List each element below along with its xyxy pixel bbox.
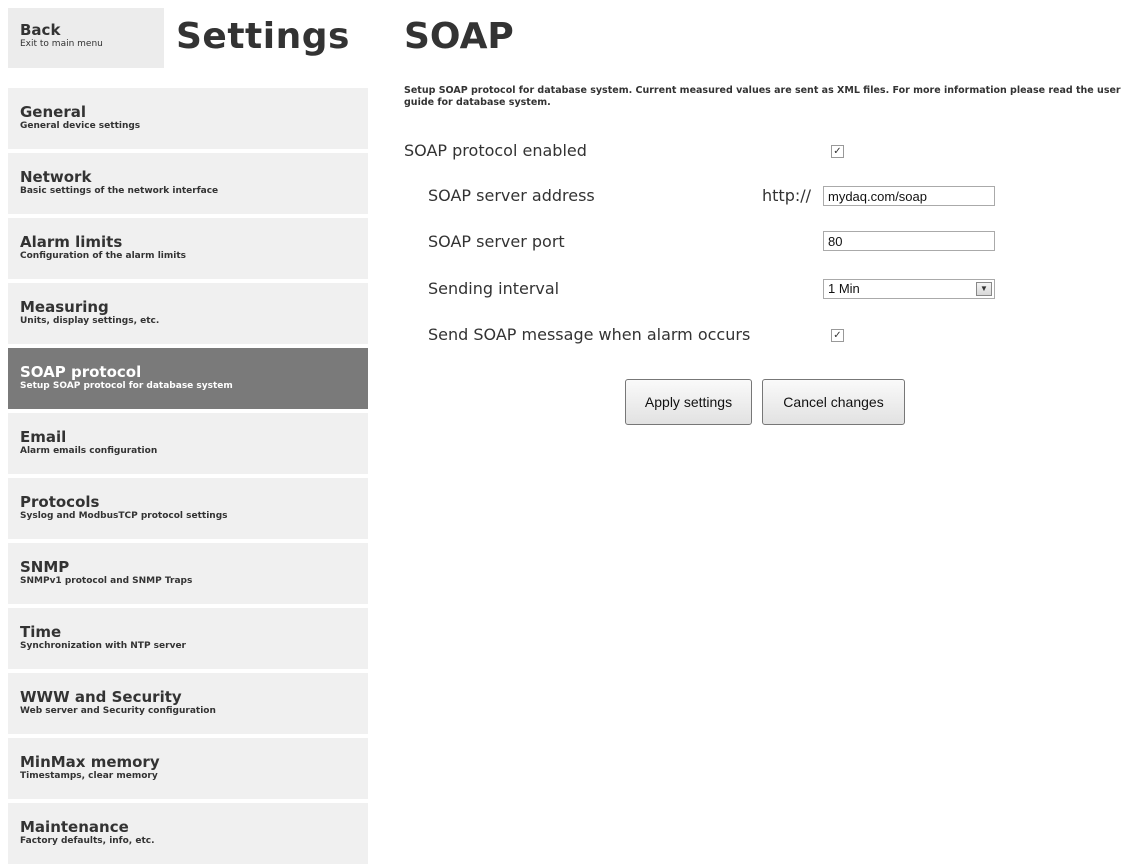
back-button[interactable]: Back Exit to main menu [8, 8, 164, 68]
sidebar-item-subtitle: Web server and Security configuration [20, 706, 216, 716]
sidebar-item-subtitle: Setup SOAP protocol for database system [20, 381, 233, 391]
sidebar-item-title: Alarm limits [20, 233, 123, 251]
server-port-input[interactable] [823, 231, 995, 251]
sidebar-item-title: SOAP protocol [20, 363, 142, 381]
sidebar-item-soap-protocol[interactable]: SOAP protocol Setup SOAP protocol for dat… [8, 348, 368, 409]
apply-settings-button[interactable]: Apply settings [625, 379, 752, 425]
sidebar-item-subtitle: Units, display settings, etc. [20, 316, 160, 326]
sidebar-item-title: Measuring [20, 298, 109, 316]
sidebar-item-network[interactable]: Network Basic settings of the network int… [8, 153, 368, 214]
soap-enabled-checkbox[interactable]: ✓ [831, 145, 844, 158]
sidebar-item-subtitle: Configuration of the alarm limits [20, 251, 186, 261]
cancel-changes-button[interactable]: Cancel changes [762, 379, 905, 425]
sending-interval-value: 1 Min [828, 281, 860, 296]
sidebar-item-minmax-memory[interactable]: MinMax memory Timestamps, clear memory [8, 738, 368, 799]
sidebar-item-www-and-security[interactable]: WWW and Security Web server and Security … [8, 673, 368, 734]
sidebar-item-title: WWW and Security [20, 688, 182, 706]
sidebar-item-protocols[interactable]: Protocols Syslog and ModbusTCP protocol s… [8, 478, 368, 539]
sidebar-item-subtitle: General device settings [20, 121, 141, 131]
settings-nav: General General device settings Network Bas… [8, 88, 368, 868]
page-description: Setup SOAP protocol for database system.… [404, 85, 1121, 108]
sending-interval-select[interactable]: 1 Min ▼ [823, 279, 995, 299]
soap-enabled-label: SOAP protocol enabled [404, 141, 587, 160]
server-address-label: SOAP server address [428, 186, 595, 205]
sidebar-item-subtitle: Alarm emails configuration [20, 446, 158, 456]
sidebar-item-title: Protocols [20, 493, 100, 511]
sidebar-item-subtitle: SNMPv1 protocol and SNMP Traps [20, 576, 193, 586]
sidebar-item-subtitle: Basic settings of the network interface [20, 186, 219, 196]
sidebar-item-subtitle: Factory defaults, info, etc. [20, 836, 155, 846]
sending-interval-label: Sending interval [428, 279, 560, 298]
server-port-label: SOAP server port [428, 232, 565, 251]
sidebar-item-maintenance[interactable]: Maintenance Factory defaults, info, etc. [8, 803, 368, 864]
sidebar-item-subtitle: Syslog and ModbusTCP protocol settings [20, 511, 228, 521]
server-address-prefix: http:// [762, 186, 812, 205]
back-button-subtitle: Exit to main menu [20, 39, 103, 49]
sidebar-item-title: General [20, 103, 86, 121]
alarm-message-checkbox[interactable]: ✓ [831, 329, 844, 342]
page-title: SOAP [404, 16, 514, 57]
chevron-down-icon[interactable]: ▼ [976, 282, 992, 296]
sidebar-item-title: MinMax memory [20, 753, 160, 771]
sidebar-item-subtitle: Synchronization with NTP server [20, 641, 186, 651]
sidebar-item-title: Maintenance [20, 818, 129, 836]
sidebar-item-snmp[interactable]: SNMP SNMPv1 protocol and SNMP Traps [8, 543, 368, 604]
sidebar-item-title: Email [20, 428, 67, 446]
sidebar-item-measuring[interactable]: Measuring Units, display settings, etc. [8, 283, 368, 344]
server-address-input[interactable] [823, 186, 995, 206]
alarm-message-label: Send SOAP message when alarm occurs [428, 325, 751, 344]
sidebar-item-title: Time [20, 623, 62, 641]
sidebar-item-subtitle: Timestamps, clear memory [20, 771, 158, 781]
back-button-label: Back [20, 21, 61, 39]
sidebar-item-alarm-limits[interactable]: Alarm limits Configuration of the alarm l… [8, 218, 368, 279]
sidebar-item-title: Network [20, 168, 92, 186]
sidebar-item-general[interactable]: General General device settings [8, 88, 368, 149]
sidebar-title: Settings [176, 16, 350, 57]
sidebar-item-time[interactable]: Time Synchronization with NTP server [8, 608, 368, 669]
sidebar-item-email[interactable]: Email Alarm emails configuration [8, 413, 368, 474]
sidebar-item-title: SNMP [20, 558, 70, 576]
